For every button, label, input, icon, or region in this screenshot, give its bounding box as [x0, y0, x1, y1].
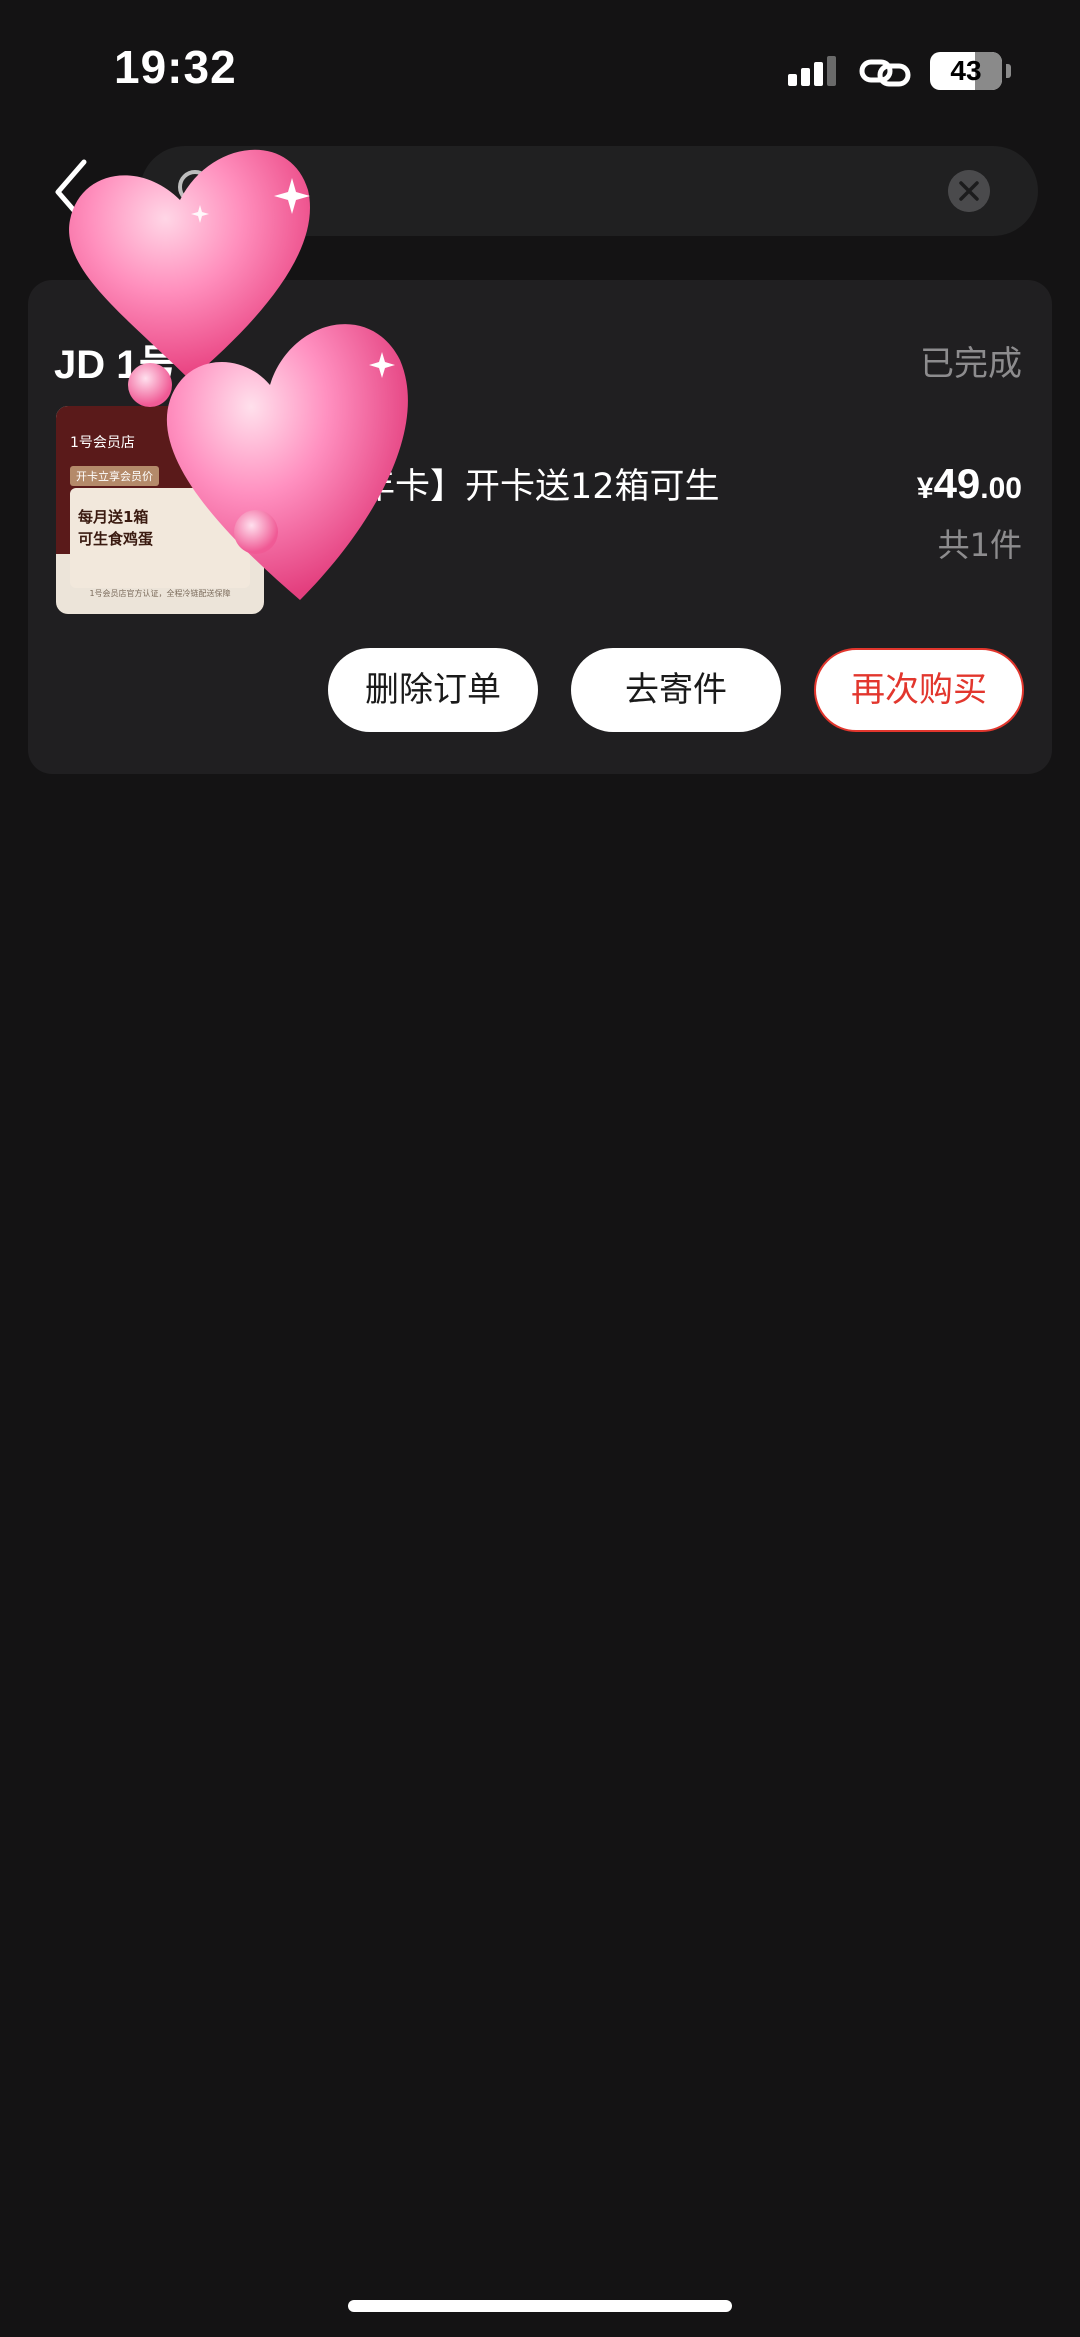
order-status: 已完成	[920, 344, 1022, 384]
back-button[interactable]	[46, 152, 96, 232]
product-image-tag: 开卡立享会员价	[70, 466, 159, 486]
delete-order-button[interactable]: 删除订单	[328, 648, 538, 732]
search-icon	[178, 170, 220, 212]
product-image-line1: 每月送1箱	[78, 508, 149, 526]
price: ¥49.00	[917, 460, 1022, 508]
shop-name[interactable]: JD 1号	[54, 332, 179, 390]
send-package-button[interactable]: 去寄件	[571, 648, 781, 732]
order-search-screen: 19:32 43 JD 1号 已完成 1号会员店 开卡立享会员价 每月送1箱 可…	[0, 0, 1080, 2337]
status-bar: 19:32 43	[0, 0, 1080, 140]
buy-again-button[interactable]: 再次购买	[814, 648, 1024, 732]
product-image[interactable]: 1号会员店 开卡立享会员价 每月送1箱 可生食鸡蛋 1号会员店官方认证，全程冷链…	[56, 406, 264, 614]
price-decimal: .00	[980, 472, 1022, 505]
search-input[interactable]	[240, 146, 890, 236]
product-title[interactable]: 员店年卡】开卡送12箱可生	[290, 458, 890, 509]
home-indicator[interactable]	[348, 2300, 732, 2312]
quantity: 共1件	[937, 526, 1022, 564]
battery-level: 43	[950, 55, 982, 86]
battery-tip	[1006, 64, 1011, 78]
price-integer: 49	[933, 460, 981, 507]
product-image-logo: 1号会员店	[70, 435, 135, 451]
link-icon	[859, 59, 911, 87]
signal-icon	[788, 56, 836, 86]
battery-icon: 43	[930, 52, 1002, 90]
product-image-note: 1号会员店官方认证，全程冷链配送保障	[89, 589, 231, 598]
product-image-line2: 可生食鸡蛋	[78, 530, 154, 548]
search-bar[interactable]	[140, 146, 1038, 236]
order-card[interactable]: JD 1号 已完成 1号会员店 开卡立享会员价 每月送1箱 可生食鸡蛋 1号会员…	[28, 280, 1052, 774]
clear-icon[interactable]	[948, 170, 990, 212]
price-currency: ¥	[916, 472, 934, 505]
status-time: 19:32	[114, 41, 237, 93]
